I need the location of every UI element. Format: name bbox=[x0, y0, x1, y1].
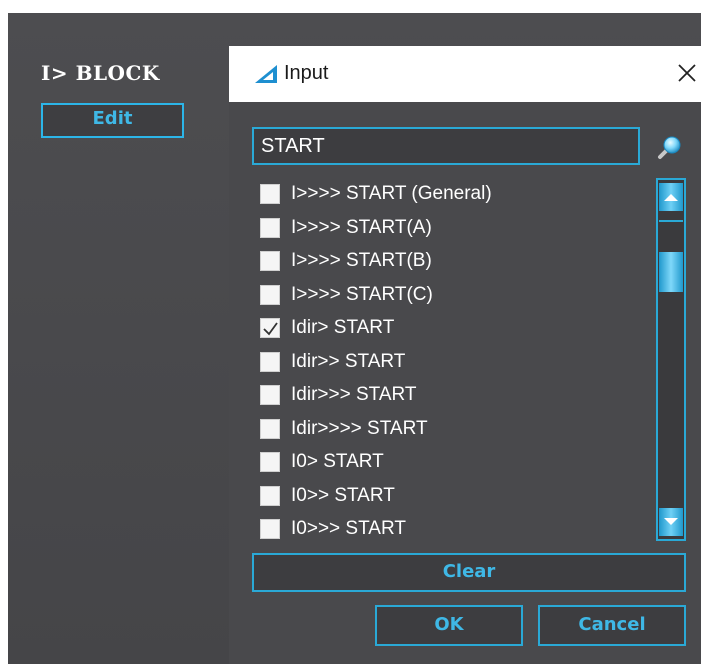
dialog-title: Input bbox=[284, 62, 329, 84]
list-item-label: I>>>> START(A) bbox=[291, 216, 432, 238]
list-item-label: I>>>> START(C) bbox=[291, 283, 433, 305]
scroll-thumb[interactable] bbox=[659, 252, 683, 292]
list-item[interactable]: I0>>> START bbox=[260, 514, 406, 540]
list-item[interactable]: I0>> START bbox=[260, 481, 395, 511]
scroll-down-button[interactable] bbox=[659, 508, 683, 536]
list-item-label: Idir>>> START bbox=[291, 384, 417, 405]
checkbox[interactable] bbox=[260, 385, 280, 405]
option-list: I>>>> START (General) I>>>> START(A) I>>>>… bbox=[252, 178, 652, 540]
magnifier-icon[interactable] bbox=[657, 134, 683, 160]
checkbox[interactable] bbox=[260, 251, 280, 271]
list-item[interactable]: I>>>> START(C) bbox=[260, 280, 433, 310]
list-item[interactable]: I>>>> START(B) bbox=[260, 246, 432, 276]
checkmark-icon bbox=[263, 322, 278, 336]
list-item-label: Idir> START bbox=[291, 317, 395, 338]
checkbox[interactable] bbox=[260, 485, 280, 506]
scroll-up-button[interactable] bbox=[659, 183, 683, 211]
checkbox[interactable] bbox=[260, 519, 280, 539]
checkbox[interactable] bbox=[260, 351, 280, 372]
search-input[interactable] bbox=[252, 127, 640, 165]
arrow-down-icon bbox=[664, 518, 678, 525]
list-item[interactable]: Idir>>>> START bbox=[260, 414, 428, 444]
list-scrollbar[interactable] bbox=[656, 178, 686, 541]
scrollbar-divider bbox=[659, 220, 683, 222]
list-item-label: I0> START bbox=[291, 451, 384, 472]
checkbox-checked[interactable] bbox=[260, 318, 280, 338]
ok-button[interactable]: OK bbox=[375, 605, 523, 646]
block-title: I> BLOCK bbox=[41, 61, 160, 85]
list-item[interactable]: I0> START bbox=[260, 447, 384, 477]
list-item[interactable]: I>>>> START (General) bbox=[260, 179, 492, 209]
edit-button[interactable]: Edit bbox=[41, 103, 184, 138]
list-item[interactable]: Idir> START bbox=[260, 313, 394, 343]
list-item-label: I0>> START bbox=[291, 484, 395, 506]
list-item[interactable]: I>>>> START(A) bbox=[260, 213, 432, 243]
cancel-button[interactable]: Cancel bbox=[538, 605, 686, 646]
list-item[interactable]: Idir>> START bbox=[260, 347, 405, 377]
clear-button[interactable]: Clear bbox=[252, 553, 686, 592]
checkbox[interactable] bbox=[260, 217, 280, 238]
arrow-up-icon bbox=[664, 194, 678, 201]
checkbox[interactable] bbox=[260, 418, 280, 439]
checkbox[interactable] bbox=[260, 452, 280, 472]
close-icon[interactable] bbox=[674, 60, 700, 86]
list-item-label: Idir>> START bbox=[291, 350, 406, 372]
list-item-label: I>>>> START(B) bbox=[291, 250, 432, 271]
checkbox[interactable] bbox=[260, 284, 280, 305]
list-item[interactable]: Idir>>> START bbox=[260, 380, 417, 410]
dialog-titlebar: Input bbox=[229, 46, 701, 102]
list-item-label: I>>>> START (General) bbox=[291, 183, 492, 204]
list-item-label: Idir>>>> START bbox=[291, 417, 428, 439]
checkbox[interactable] bbox=[260, 184, 280, 204]
input-dialog: Input I>>>> START (General) I>>>> START(A… bbox=[229, 46, 701, 664]
triangle-ruler-icon bbox=[255, 65, 277, 83]
list-item-label: I0>>> START bbox=[291, 518, 406, 539]
